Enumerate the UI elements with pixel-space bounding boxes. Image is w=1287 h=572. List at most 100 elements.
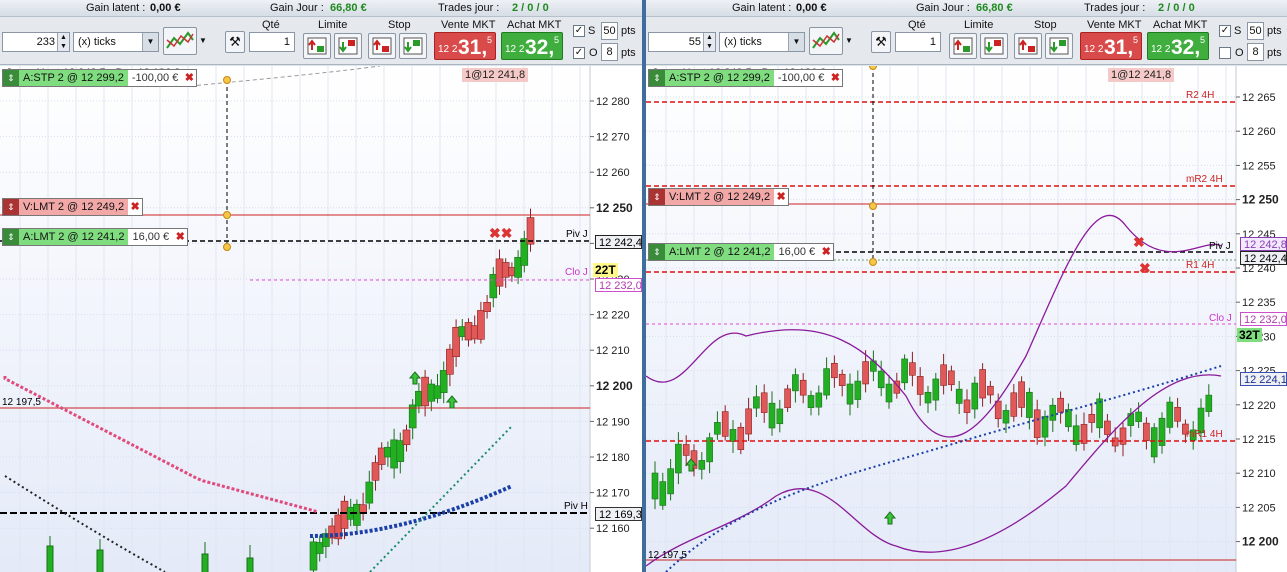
candle-body: [831, 362, 838, 379]
candle-body: [948, 370, 955, 386]
candle-body: [1143, 422, 1150, 442]
close-icon[interactable]: ✖: [774, 189, 789, 205]
pivot-label-mr1: mR1 4H: [1186, 429, 1223, 440]
price-axis-label: 12 210: [1242, 468, 1276, 480]
candle-body: [729, 429, 737, 442]
objective-checkbox[interactable]: ✓: [573, 47, 585, 59]
close-day-label: Clo J: [565, 267, 588, 278]
candle-body: [1096, 398, 1103, 429]
order-toolbar: 233 ▲ ▼ (x) ticks ▼ ▼ ⚒ Qté 1 Limite Stop V…: [0, 17, 642, 65]
candle-body: [846, 383, 854, 405]
chart-type-chevron-icon[interactable]: ▼: [845, 36, 853, 45]
gain-latent-label: Gain latent :: [86, 2, 146, 14]
candle-body: [698, 460, 706, 470]
stop-checkbox[interactable]: ✓: [573, 25, 585, 37]
candle-body: [1072, 425, 1080, 445]
price-axis-label: 12 260: [1242, 126, 1276, 138]
chart-type-button[interactable]: [163, 27, 197, 55]
candle-body: [1150, 427, 1158, 458]
price-tag-pivot: 12 242,4: [595, 235, 642, 249]
order-handle-icon[interactable]: ⇕: [649, 244, 665, 260]
candle-body: [916, 376, 924, 395]
price-axis-label: 12 235: [1242, 297, 1276, 309]
objective-checkbox[interactable]: [1219, 47, 1231, 59]
quantity-input[interactable]: 1: [895, 32, 941, 52]
ticks-value: 233: [36, 36, 55, 48]
order-tag-sell[interactable]: ⇕ V:LMT 2 @ 12 249,2 ✖: [2, 198, 144, 216]
price-chart[interactable]: 12 28012 27012 26012 25012 24012 23012 2…: [0, 66, 642, 572]
spinner-arrows-icon[interactable]: ▲ ▼: [703, 33, 715, 51]
limit-buy-button[interactable]: [949, 33, 977, 59]
chevron-down-icon[interactable]: ▼: [788, 33, 804, 51]
stop-buy-button[interactable]: [368, 33, 396, 59]
ticks-spinner[interactable]: 233 ▲ ▼: [2, 32, 70, 52]
close-icon[interactable]: ✖: [128, 199, 143, 215]
order-handle-icon[interactable]: ⇕: [3, 229, 19, 245]
limit-buy-button[interactable]: [303, 33, 331, 59]
quantity-input[interactable]: 1: [249, 32, 295, 52]
gain-latent-value: 0,00 €: [796, 2, 827, 14]
price-chart[interactable]: 12 265 12 260 12 255 12 250 12 245 12 240 12 2…: [646, 66, 1287, 572]
objective-points-unit: pts: [1267, 47, 1282, 59]
buy-market-button[interactable]: 12 2 32, 5: [501, 32, 563, 60]
order-tag-sell[interactable]: ⇕ V:LMT 2 @ 12 249,2 ✖: [648, 188, 790, 206]
order-tag-buy[interactable]: ⇕ A:STP 2 @ 12 299,2 -100,00 € ✖: [2, 69, 198, 87]
candle-body: [714, 422, 721, 435]
candle-body: [776, 408, 784, 425]
close-icon[interactable]: ✖: [182, 70, 197, 86]
close-icon[interactable]: ✖: [173, 229, 188, 245]
candle-body: [1057, 397, 1064, 413]
order-tag-buy[interactable]: ⇕ A:LMT 2 @ 12 241,2 16,00 € ✖: [648, 243, 835, 261]
order-handle-icon[interactable]: ⇕: [3, 70, 19, 86]
candle-body: [1111, 437, 1119, 447]
candle-body: [1049, 404, 1057, 421]
order-handle-icon[interactable]: ⇕: [649, 189, 665, 205]
ticks-unit-select[interactable]: (x) ticks ▼: [719, 32, 805, 52]
close-icon[interactable]: ✖: [819, 244, 834, 260]
order-tag-buy[interactable]: ⇕ A:LMT 2 @ 12 241,2 16,00 € ✖: [2, 228, 189, 246]
chart-type-chevron-icon[interactable]: ▼: [199, 36, 207, 45]
chevron-down-icon[interactable]: ▼: [142, 33, 158, 51]
fill-indicator: 1@12 241,8: [1108, 68, 1175, 82]
stop-points-input[interactable]: 50: [601, 22, 618, 40]
candle-body: [675, 443, 682, 474]
objective-points-input[interactable]: 8: [1247, 43, 1264, 61]
buy-price-decimal: 5: [553, 35, 559, 45]
candle-body: [909, 362, 916, 376]
candle-body: [721, 411, 729, 437]
stop-points-input[interactable]: 50: [1247, 22, 1264, 40]
stop-sell-button[interactable]: [399, 33, 427, 59]
limit-sell-button[interactable]: [334, 33, 362, 59]
stop-checkbox[interactable]: ✓: [1219, 25, 1231, 37]
sell-market-button[interactable]: 12 2 31, 5: [1080, 32, 1142, 60]
candle-body: [932, 378, 940, 401]
ticks-unit-select[interactable]: (x) ticks ▼: [73, 32, 159, 52]
candle-body: [477, 310, 485, 340]
ticks-spinner[interactable]: 55 ▲ ▼: [648, 32, 716, 52]
candle-body: [1166, 401, 1174, 428]
order-tag-buy[interactable]: ⇕ A:STP 2 @ 12 299,2 -100,00 € ✖: [648, 69, 844, 87]
wrench-icon[interactable]: ⚒: [225, 31, 245, 53]
buy-market-button[interactable]: 12 2 32, 5: [1147, 32, 1209, 60]
candle-body: [1174, 406, 1181, 422]
sell-price-decimal: 5: [1132, 35, 1138, 45]
candle-body: [1119, 427, 1127, 445]
objective-points-input[interactable]: 8: [601, 43, 618, 61]
limit-sell-button[interactable]: [980, 33, 1008, 59]
stop-sell-button[interactable]: [1045, 33, 1073, 59]
price-axis-label: 12 260: [596, 167, 630, 179]
order-tag-pnl: 16,00 €: [774, 244, 820, 260]
order-tag-pnl: -100,00 €: [127, 70, 183, 86]
order-handle-icon[interactable]: ⇕: [649, 70, 665, 86]
spinner-arrows-icon[interactable]: ▲ ▼: [57, 33, 69, 51]
qte-label: Qté: [908, 19, 926, 31]
wrench-icon[interactable]: ⚒: [871, 31, 891, 53]
chart-type-button[interactable]: [809, 27, 843, 55]
order-handle-icon[interactable]: ⇕: [3, 199, 19, 215]
candle-body: [651, 472, 659, 500]
sell-market-button[interactable]: 12 2 31, 5: [434, 32, 496, 60]
sell-price-prefix: 12 2: [1084, 44, 1104, 55]
close-icon[interactable]: ✖: [828, 70, 843, 86]
price-axis-label: 12 270: [596, 132, 630, 144]
stop-buy-button[interactable]: [1014, 33, 1042, 59]
